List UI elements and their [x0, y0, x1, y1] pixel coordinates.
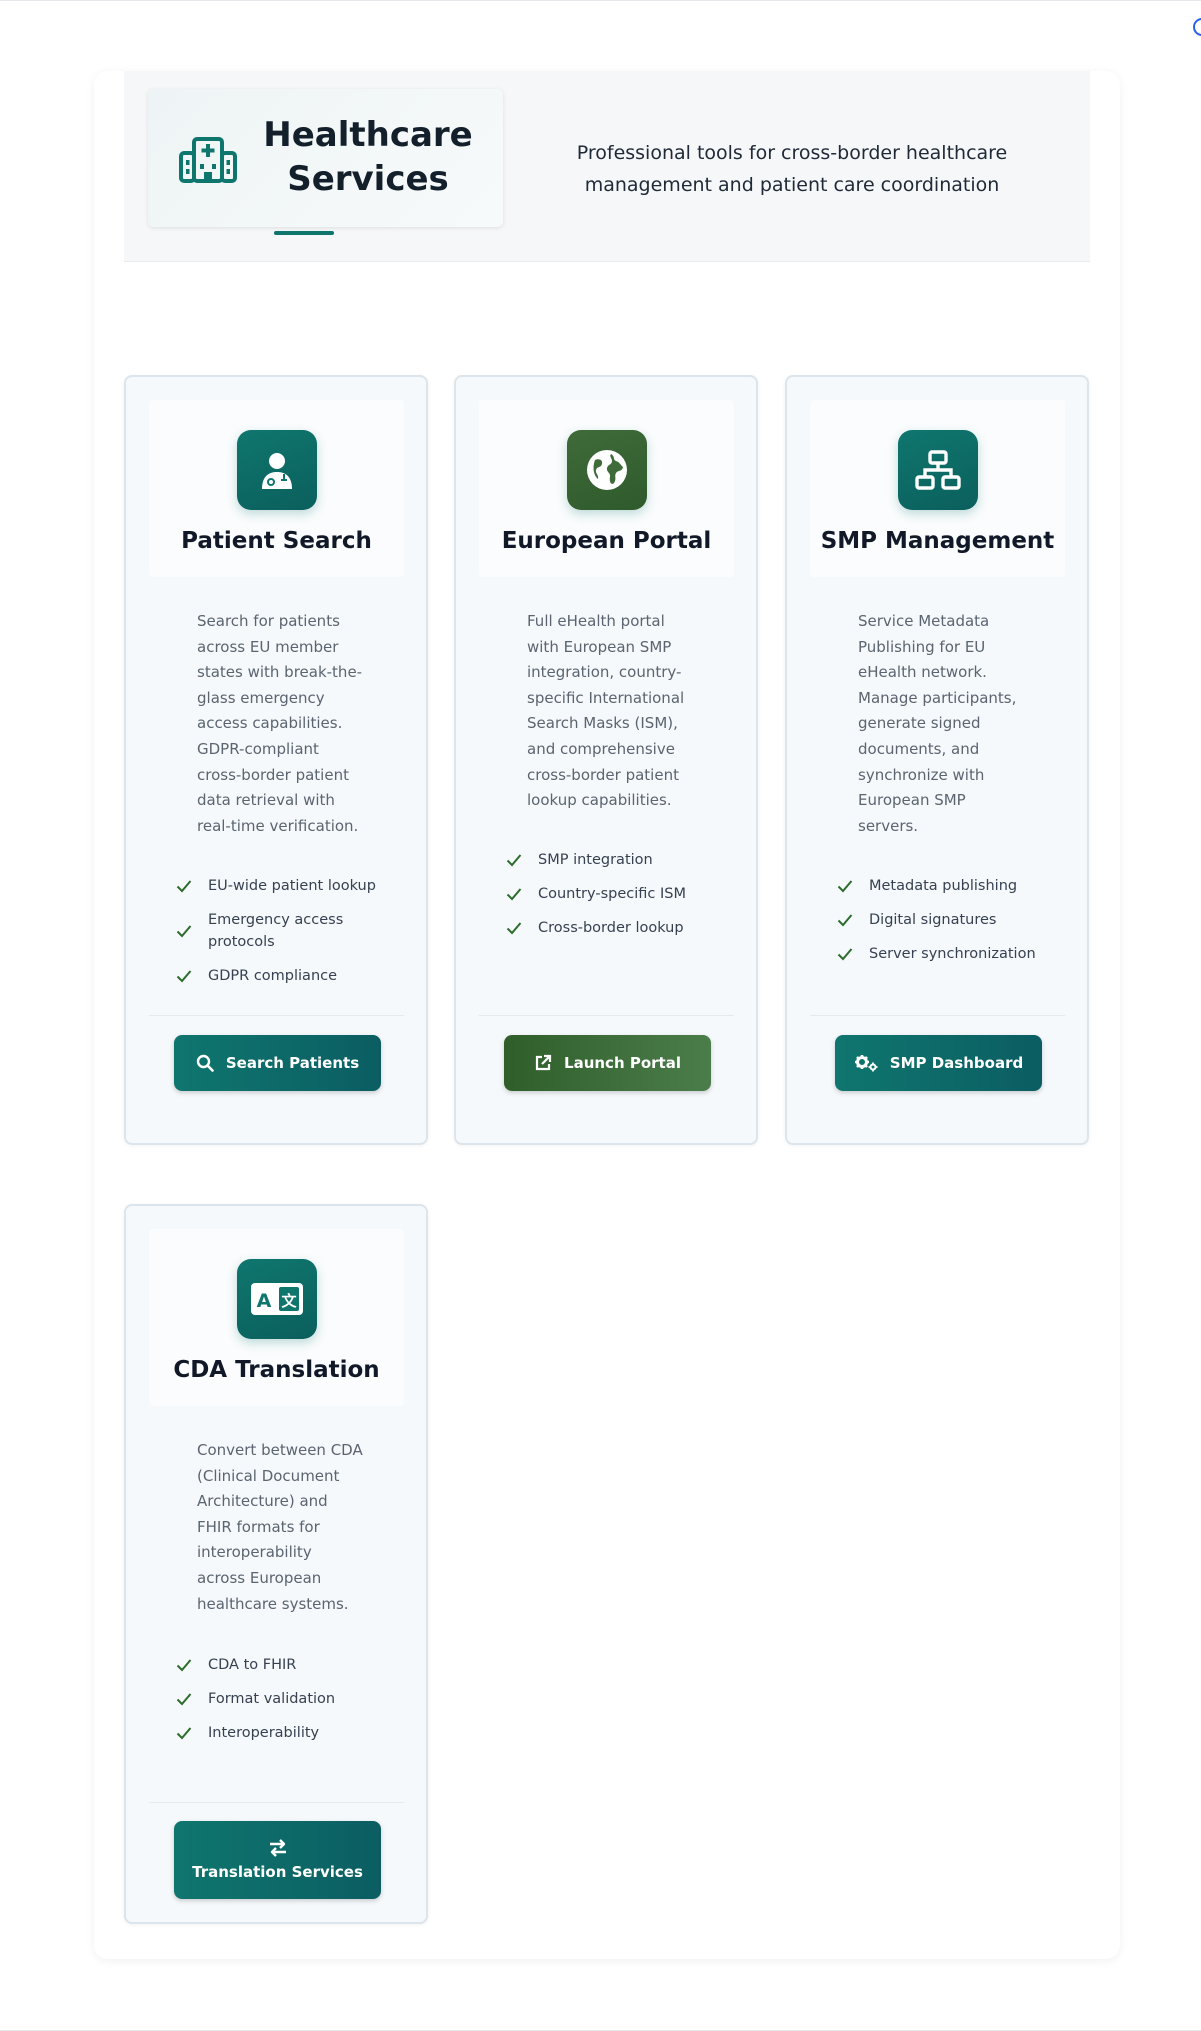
button-label: Search Patients — [225, 1054, 360, 1072]
title-underline — [274, 231, 334, 235]
card-header: A 文 CDA Translation — [149, 1229, 404, 1406]
service-card-cda-translation: A 文 CDA Translation Convert between CDA … — [124, 1204, 428, 1924]
feature-list: CDA to FHIR Format validation Interopera… — [176, 1654, 406, 1756]
check-icon — [506, 883, 522, 905]
card-title: Patient Search — [181, 528, 372, 554]
card-title: CDA Translation — [173, 1357, 380, 1383]
feature-label: Country-specific ISM — [538, 886, 686, 902]
feature-label: Metadata publishing — [869, 878, 1018, 894]
check-icon — [176, 1688, 192, 1710]
feature-label: Cross-border lookup — [538, 920, 684, 936]
feature-label: Server synchronization — [869, 946, 1036, 962]
check-icon — [506, 849, 522, 871]
feature-item: Digital signatures — [837, 909, 1067, 931]
search-icon — [196, 1054, 214, 1072]
service-card-smp-management: SMP Management Service Metadata Publishi… — [785, 375, 1089, 1145]
card-description: Convert between CDA (Clinical Document A… — [197, 1441, 363, 1613]
feature-label: Interoperability — [208, 1725, 320, 1741]
page-title: Healthcare Services — [263, 115, 473, 199]
feature-item: Country-specific ISM — [506, 883, 736, 905]
scroll-indicator-icon — [1193, 18, 1201, 36]
feature-item: Emergency access protocols — [176, 909, 406, 953]
feature-label: Emergency access protocols — [208, 912, 344, 950]
european-portal-icon-tile — [567, 430, 647, 510]
feature-label: CDA to FHIR — [208, 1657, 297, 1673]
patient-search-icon-tile — [237, 430, 317, 510]
brand-card: Healthcare Services — [148, 89, 503, 227]
check-icon — [837, 909, 853, 931]
card-divider — [149, 1015, 404, 1016]
feature-list: EU-wide patient lookup Emergency access … — [176, 875, 406, 999]
user-doctor-icon — [262, 453, 292, 489]
translation-services-button[interactable]: Translation Services — [174, 1821, 381, 1899]
feature-item: EU-wide patient lookup — [176, 875, 406, 897]
search-patients-button[interactable]: Search Patients — [174, 1035, 381, 1091]
card-title: European Portal — [501, 528, 712, 554]
services-container: Healthcare Services Professional tools f… — [94, 71, 1120, 1959]
feature-item: Metadata publishing — [837, 875, 1067, 897]
feature-item: GDPR compliance — [176, 965, 406, 987]
check-icon — [837, 943, 853, 965]
page-subtitle: Professional tools for cross-border heal… — [576, 142, 1008, 196]
card-divider — [479, 1015, 734, 1016]
svg-text:文: 文 — [281, 1292, 297, 1310]
feature-label: Digital signatures — [869, 912, 997, 928]
feature-item: CDA to FHIR — [176, 1654, 406, 1676]
globe-europe-icon — [587, 450, 627, 490]
language-icon: A 文 — [251, 1283, 303, 1315]
check-icon — [837, 875, 853, 897]
card-divider — [810, 1015, 1065, 1016]
check-icon — [176, 1722, 192, 1744]
cda-translation-icon-tile: A 文 — [237, 1259, 317, 1339]
service-card-european-portal: European Portal Full eHealth portal with… — [454, 375, 758, 1145]
feature-item: Format validation — [176, 1688, 406, 1710]
feature-item: SMP integration — [506, 849, 736, 871]
feature-list: Metadata publishing Digital signatures S… — [837, 875, 1067, 977]
feature-label: SMP integration — [538, 852, 653, 868]
hero-header: Healthcare Services Professional tools f… — [124, 71, 1090, 262]
launch-portal-button[interactable]: Launch Portal — [504, 1035, 711, 1091]
feature-list: SMP integration Country-specific ISM Cro… — [506, 849, 736, 951]
check-icon — [176, 875, 192, 897]
external-link-icon — [535, 1054, 552, 1071]
check-icon — [176, 909, 192, 953]
card-header: European Portal — [479, 400, 734, 577]
svg-text:A: A — [257, 1290, 272, 1312]
cogs-icon — [854, 1055, 878, 1072]
check-icon — [506, 917, 522, 939]
top-border — [0, 0, 1201, 1]
feature-label: EU-wide patient lookup — [208, 878, 376, 894]
smp-management-icon-tile — [898, 430, 978, 510]
check-icon — [176, 1654, 192, 1676]
hospital-icon — [179, 137, 237, 183]
card-description: Full eHealth portal with European SMP in… — [527, 612, 685, 810]
check-icon — [176, 965, 192, 987]
button-label: SMP Dashboard — [889, 1054, 1024, 1072]
button-label: Translation Services — [192, 1863, 363, 1881]
network-icon — [915, 450, 961, 490]
feature-item: Server synchronization — [837, 943, 1067, 965]
feature-item: Interoperability — [176, 1722, 406, 1744]
smp-dashboard-button[interactable]: SMP Dashboard — [835, 1035, 1042, 1091]
card-title: SMP Management — [820, 528, 1055, 554]
feature-item: Cross-border lookup — [506, 917, 736, 939]
card-header: SMP Management — [810, 400, 1065, 577]
service-card-patient-search: Patient Search Search for patients acros… — [124, 375, 428, 1145]
card-description: Search for patients across EU member sta… — [197, 612, 363, 835]
feature-label: GDPR compliance — [208, 968, 338, 984]
card-description: Service Metadata Publishing for EU eHeal… — [858, 612, 1017, 835]
card-divider — [149, 1802, 404, 1803]
feature-label: Format validation — [208, 1691, 336, 1707]
card-header: Patient Search — [149, 400, 404, 577]
button-label: Launch Portal — [564, 1054, 681, 1072]
exchange-icon — [269, 1839, 286, 1857]
